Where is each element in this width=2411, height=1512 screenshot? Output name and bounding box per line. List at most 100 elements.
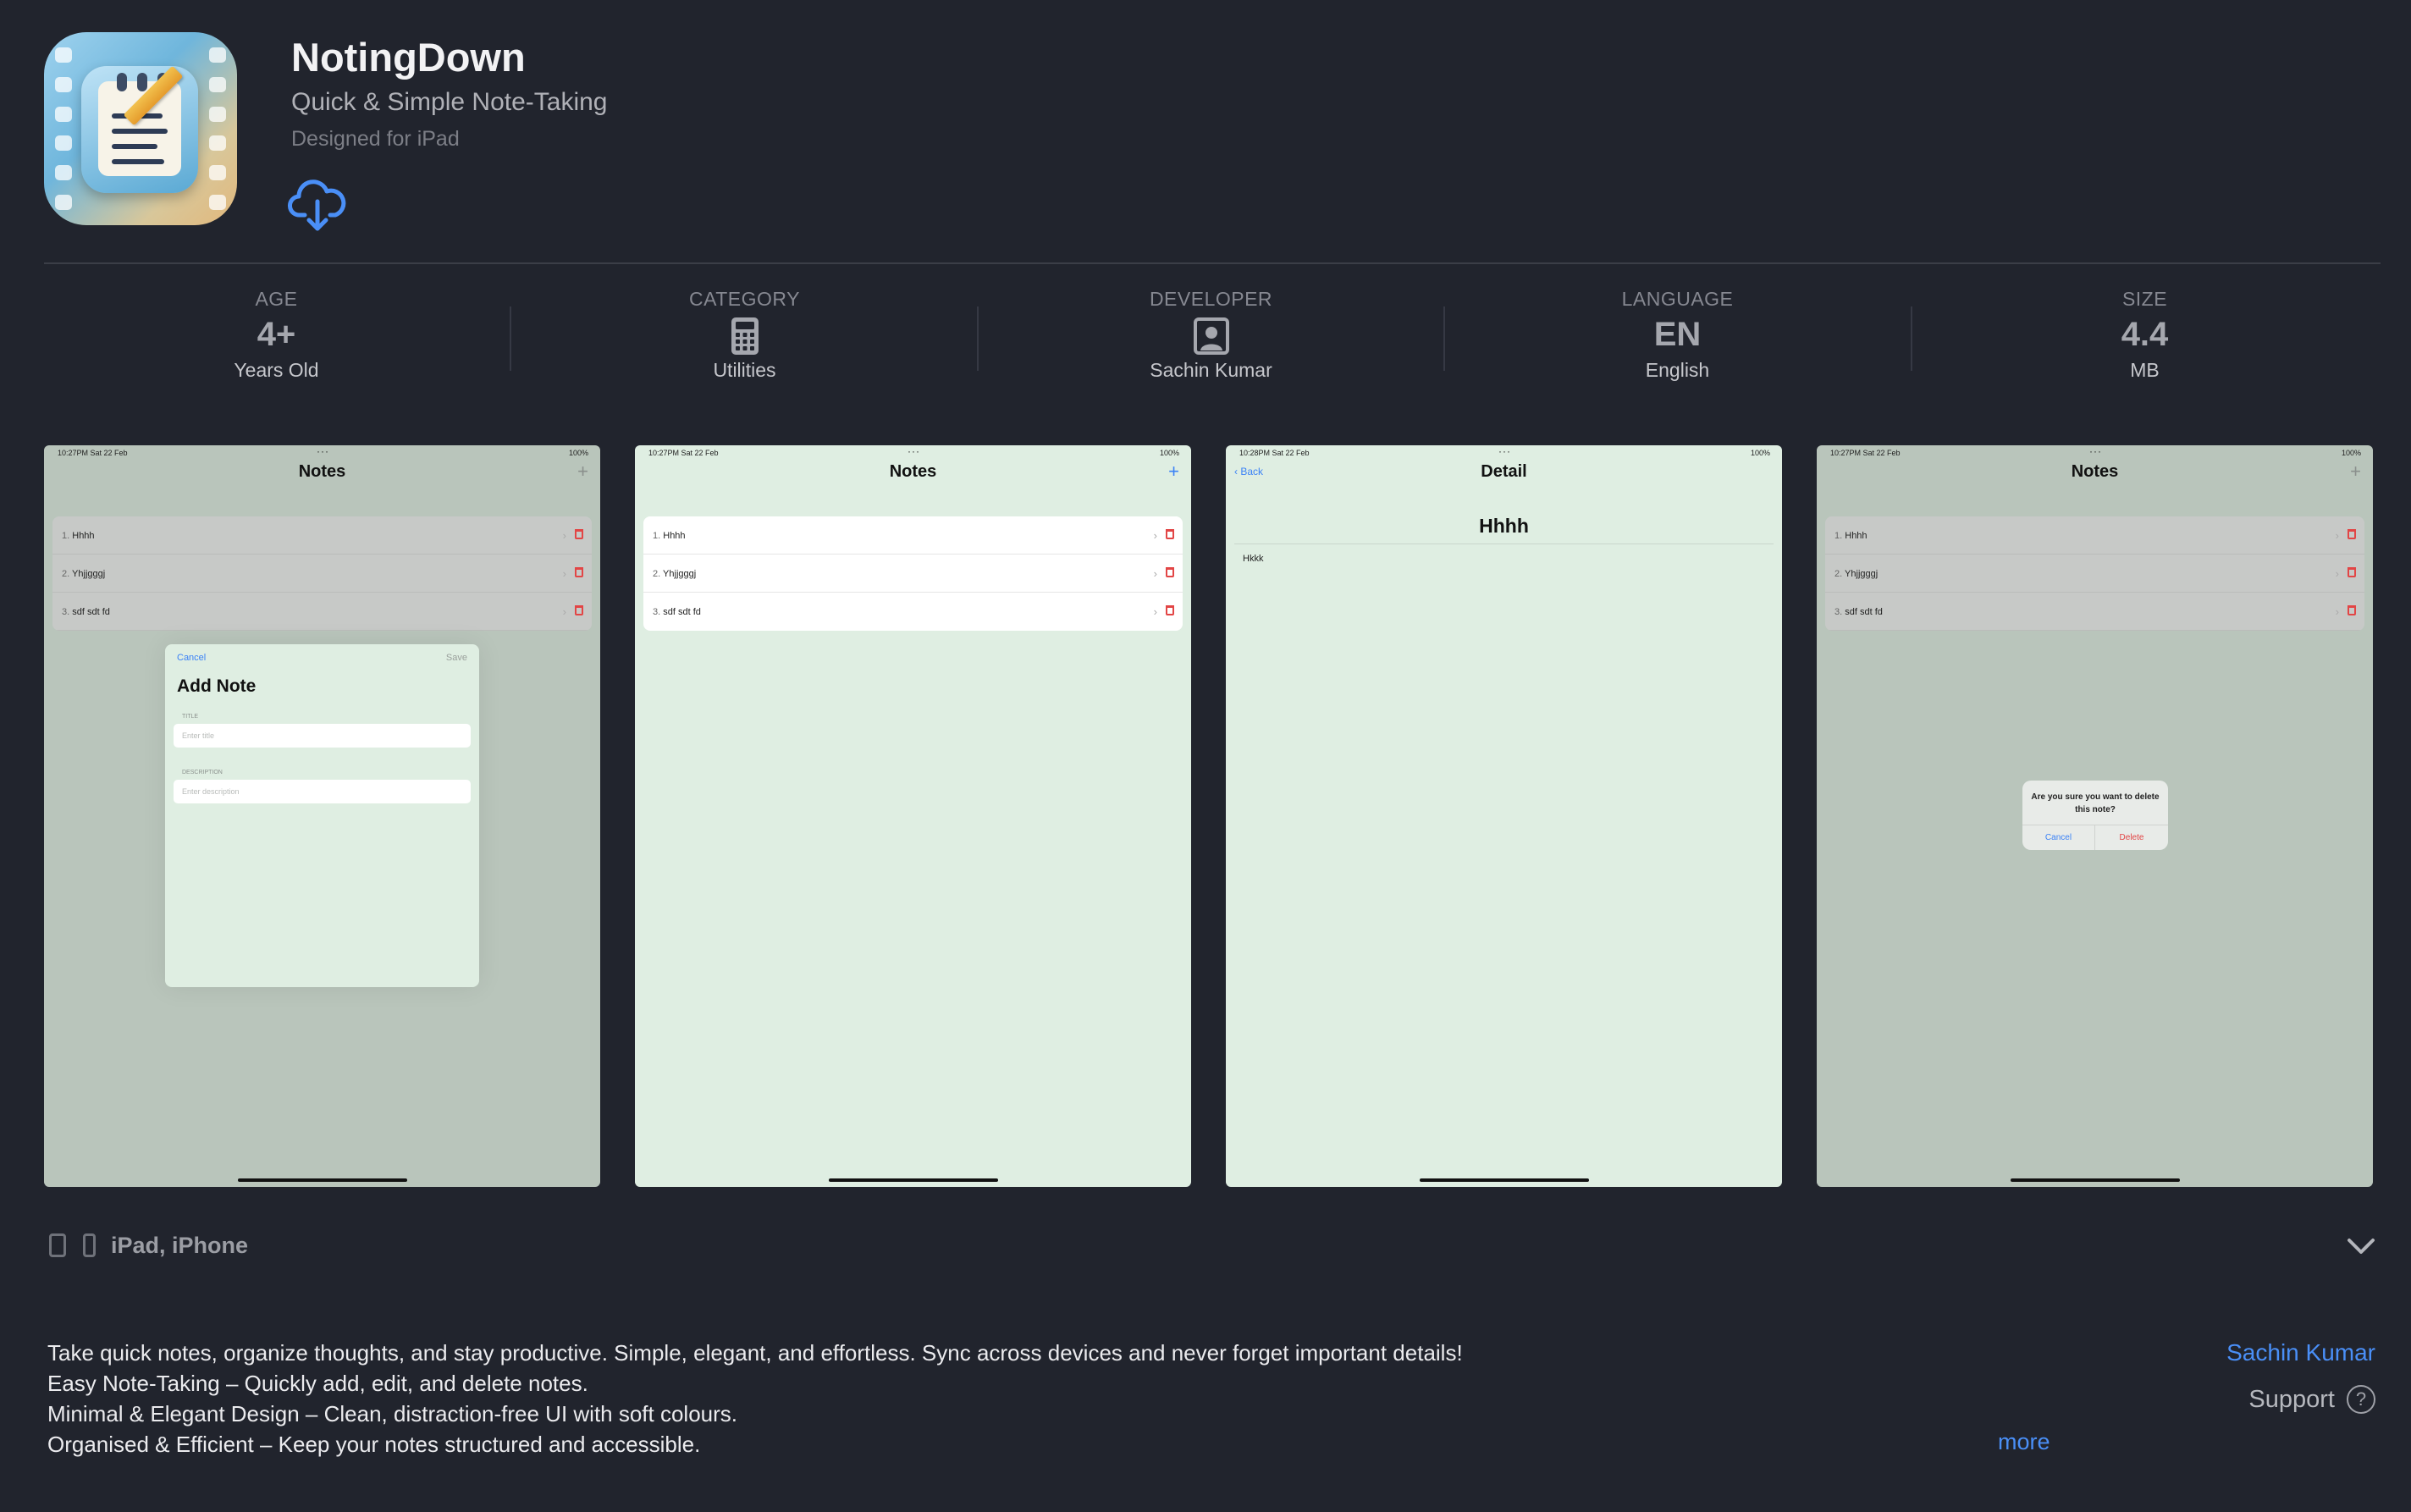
nav-title: Notes xyxy=(2071,462,2119,481)
app-title: NotingDown xyxy=(291,35,526,80)
info-developer-sub: Sachin Kumar xyxy=(1150,359,1272,381)
note-body: Hkkk xyxy=(1243,554,1264,564)
home-indicator xyxy=(2010,1178,2180,1182)
support-link[interactable]: Support ? xyxy=(2248,1385,2375,1414)
info-developer-label: DEVELOPER xyxy=(1149,288,1273,310)
note-title: Hhhh xyxy=(1479,515,1529,537)
status-battery: 100% xyxy=(568,449,588,457)
platform-label: iPad, iPhone xyxy=(111,1232,249,1258)
status-time: 10:27PM Sat 22 Feb xyxy=(58,449,128,457)
title-field: Enter title xyxy=(174,724,471,748)
sheet-cancel: Cancel xyxy=(177,653,207,663)
download-button[interactable] xyxy=(288,178,347,234)
notes-list: 1. Hhhh › 2. Yhjjgggj › 3. sdf sdt fd › xyxy=(643,516,1183,631)
description-line: Easy Note-Taking – Quickly add, edit, an… xyxy=(47,1371,588,1396)
nav-title: Notes xyxy=(298,462,346,481)
screenshot-notes-list[interactable]: 10:27PM Sat 22 Feb ··· 100% Notes + 1. Hhh… xyxy=(635,445,1191,1187)
chevron-right-icon: › xyxy=(1153,529,1157,542)
chevron-right-icon: › xyxy=(1153,567,1157,580)
trash-icon xyxy=(2348,605,2356,615)
list-item: 2. Yhjjgggj › xyxy=(1825,555,2364,593)
nav-title: Notes xyxy=(889,462,937,481)
status-time: 10:27PM Sat 22 Feb xyxy=(648,449,719,457)
chevron-right-icon: › xyxy=(562,567,566,580)
list-item: 3. sdf sdt fd › xyxy=(52,593,592,631)
info-language: LANGUAGE EN English xyxy=(1444,288,1911,382)
trash-icon xyxy=(2348,567,2356,577)
info-age-label: AGE xyxy=(255,288,298,310)
trash-icon xyxy=(575,567,583,577)
description-field: Enter description xyxy=(174,780,471,803)
home-indicator xyxy=(1419,1178,1589,1182)
trash-icon xyxy=(575,605,583,615)
person-icon xyxy=(1193,317,1229,356)
info-language-value: EN xyxy=(1653,316,1702,353)
description-label: DESCRIPTION xyxy=(182,770,223,775)
developer-link[interactable]: Sachin Kumar xyxy=(2226,1339,2375,1366)
add-icon: + xyxy=(1168,461,1179,482)
cloud-download-icon xyxy=(288,179,346,231)
screenshot-note-detail[interactable]: 10:28PM Sat 22 Feb ··· 100% ‹ Back Detail … xyxy=(1226,445,1782,1187)
info-size-value: 4.4 xyxy=(2121,316,2169,353)
notes-list: 1. Hhhh › 2. Yhjjgggj › 3. sdf sdt fd › xyxy=(52,516,592,631)
alert-message: Are you sure you want to delete this not… xyxy=(2031,792,2160,814)
home-indicator xyxy=(237,1178,407,1182)
info-size-sub: MB xyxy=(2130,359,2160,381)
status-time: 10:27PM Sat 22 Feb xyxy=(1830,449,1901,457)
description-line: Take quick notes, organize thoughts, and… xyxy=(47,1340,1463,1366)
chevron-down-icon xyxy=(2348,1239,2375,1254)
chevron-right-icon: › xyxy=(2335,529,2339,542)
support-label: Support xyxy=(2248,1385,2335,1413)
info-age: AGE 4+ Years Old xyxy=(43,288,510,382)
add-icon: + xyxy=(577,461,588,482)
title-label: TITLE xyxy=(182,714,199,720)
list-item: 2. Yhjjgggj › xyxy=(643,555,1183,593)
info-age-sub: Years Old xyxy=(234,359,319,381)
chevron-right-icon: › xyxy=(1153,605,1157,618)
screenshot-delete-alert[interactable]: 10:27PM Sat 22 Feb ··· 100% Notes + 1. Hhh… xyxy=(1817,445,2373,1187)
app-store-page: NotingDown Quick & Simple Note-Taking De… xyxy=(0,0,2411,1512)
info-language-label: LANGUAGE xyxy=(1621,288,1734,310)
designed-for-label: Designed for iPad xyxy=(291,127,460,151)
add-note-sheet: Cancel Save Add Note TITLE Enter title D… xyxy=(165,644,479,987)
platform-row: iPad, iPhone xyxy=(49,1233,248,1258)
question-icon: ? xyxy=(2347,1385,2375,1414)
list-item: 1. Hhhh › xyxy=(643,516,1183,555)
list-item: 2. Yhjjgggj › xyxy=(52,555,592,593)
header-divider xyxy=(44,262,2381,264)
notes-list: 1. Hhhh › 2. Yhjjgggj › 3. sdf sdt fd › xyxy=(1825,516,2364,631)
alert-cancel: Cancel xyxy=(2022,825,2095,850)
app-subtitle: Quick & Simple Note-Taking xyxy=(291,88,608,116)
trash-icon xyxy=(1166,605,1174,615)
status-battery: 100% xyxy=(1159,449,1179,457)
info-language-sub: English xyxy=(1645,359,1710,381)
expand-platforms-button[interactable] xyxy=(2347,1233,2375,1258)
status-battery: 100% xyxy=(2341,449,2361,457)
screenshot-add-note[interactable]: 10:27PM Sat 22 Feb ··· 100% Notes + 1. Hhh… xyxy=(44,445,600,1187)
ipad-icon xyxy=(49,1233,66,1257)
app-description: Take quick notes, organize thoughts, and… xyxy=(47,1338,1463,1460)
info-size-label: SIZE xyxy=(2121,288,2168,310)
trash-icon xyxy=(1166,567,1174,577)
home-indicator xyxy=(828,1178,998,1182)
more-link[interactable]: more xyxy=(1998,1429,2050,1455)
info-category-sub: Utilities xyxy=(713,359,776,381)
description-line: Minimal & Elegant Design – Clean, distra… xyxy=(47,1401,738,1426)
description-line: Organised & Efficient – Keep your notes … xyxy=(47,1432,701,1457)
add-icon: + xyxy=(2350,461,2361,482)
alert-delete: Delete xyxy=(2095,825,2168,850)
iphone-icon xyxy=(83,1233,96,1257)
app-icon xyxy=(44,32,237,225)
info-age-value: 4+ xyxy=(257,316,296,353)
nav-title: Detail xyxy=(1481,462,1527,481)
info-developer: DEVELOPER Sachin Kumar xyxy=(978,288,1444,382)
trash-icon xyxy=(1166,529,1174,539)
status-battery: 100% xyxy=(1750,449,1770,457)
chevron-right-icon: › xyxy=(2335,605,2339,618)
trash-icon xyxy=(575,529,583,539)
chevron-right-icon: › xyxy=(562,605,566,618)
list-item: 3. sdf sdt fd › xyxy=(643,593,1183,631)
trash-icon xyxy=(2348,529,2356,539)
info-category: CATEGORY Utilities xyxy=(511,288,978,382)
info-size: SIZE 4.4 MB xyxy=(1912,288,2378,382)
